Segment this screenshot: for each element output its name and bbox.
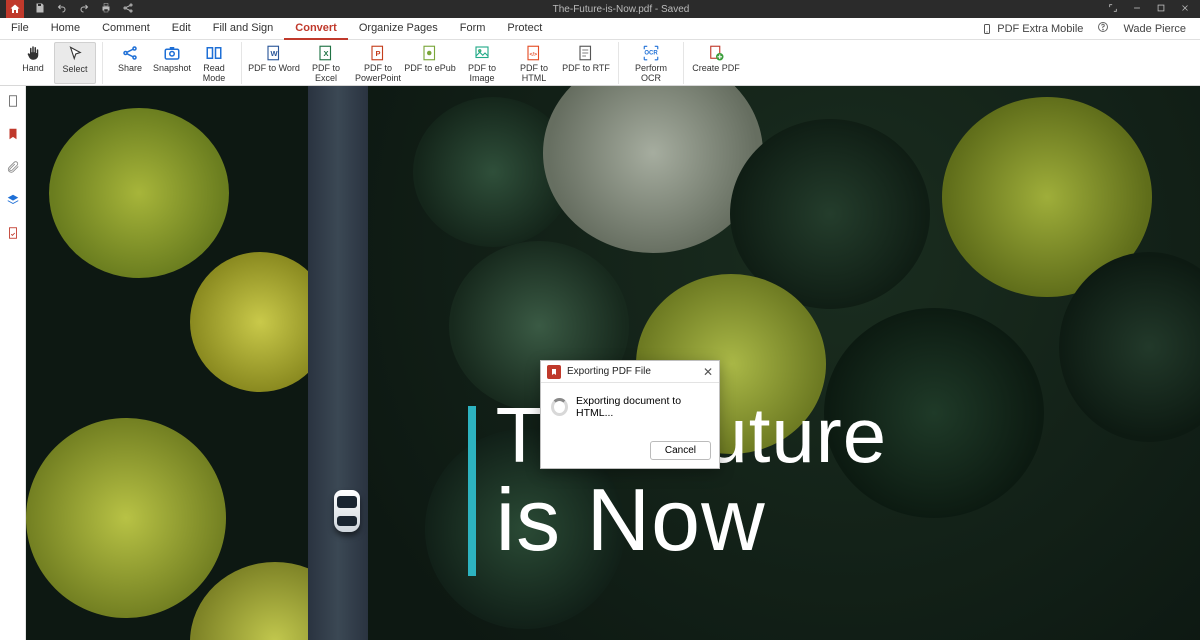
epub-icon [421,44,439,62]
share-button[interactable]: Share [109,42,151,84]
window-title: The-Future-is-Now.pdf - Saved [134,4,1108,15]
camera-icon [163,44,181,62]
tab-organize-pages[interactable]: Organize Pages [348,18,449,40]
mobile-link-label: PDF Extra Mobile [997,23,1083,35]
signatures-panel-icon[interactable] [6,226,20,245]
create-pdf-button[interactable]: Create PDF [690,42,742,84]
tab-form[interactable]: Form [449,18,497,40]
html-icon: </> [525,44,543,62]
document-canvas[interactable]: ‹ › The Future is Now [26,86,1200,640]
excel-icon: X [317,44,335,62]
redo-icon[interactable] [78,2,90,17]
ocr-icon: OCR [642,44,660,62]
pages-panel-icon[interactable] [6,94,20,113]
create-pdf-icon [707,44,725,62]
spinner-icon [551,398,568,416]
ppt-icon: P [369,44,387,62]
attachments-panel-icon[interactable] [6,160,20,179]
minimize-icon[interactable] [1132,3,1142,16]
select-tool[interactable]: Select [54,42,96,84]
tab-convert[interactable]: Convert [284,18,348,40]
snapshot-button[interactable]: Snapshot [151,42,193,84]
tab-home[interactable]: Home [40,18,91,40]
print-icon[interactable] [100,2,112,17]
undo-icon[interactable] [56,2,68,17]
save-icon[interactable] [34,2,46,17]
image-icon [473,44,491,62]
tab-edit[interactable]: Edit [161,18,202,40]
app-home-button[interactable] [6,0,24,18]
pdf-to-rtf-button[interactable]: PDF to RTF [560,42,612,84]
maximize-icon[interactable] [1156,3,1166,16]
pdf-to-epub-button[interactable]: PDF to ePub [404,42,456,84]
car-graphic [334,490,360,532]
bookmarks-panel-icon[interactable] [6,127,20,146]
help-icon[interactable] [1097,21,1109,36]
pdf-to-image-button[interactable]: PDF to Image [456,42,508,84]
share-icon [121,44,139,62]
window-titlebar: The-Future-is-Now.pdf - Saved [0,0,1200,18]
pdf-to-ppt-button[interactable]: P PDF to PowerPoint [352,42,404,84]
share-titlebar-icon[interactable] [122,2,134,17]
svg-text:OCR: OCR [644,51,658,57]
svg-text:P: P [375,49,380,58]
hand-icon [24,44,42,62]
dialog-title: Exporting PDF File [567,366,703,377]
book-icon [205,44,223,62]
svg-text:X: X [323,49,328,58]
user-name[interactable]: Wade Pierce [1123,23,1186,35]
pdf-to-html-button[interactable]: </> PDF to HTML [508,42,560,84]
ribbon: Hand Select Share Snapshot Read Mode W P… [0,40,1200,86]
menu-bar: FileHomeCommentEditFill and SignConvertO… [0,18,1200,40]
dialog-cancel-button[interactable]: Cancel [650,441,711,460]
tab-comment[interactable]: Comment [91,18,161,40]
hand-tool[interactable]: Hand [12,42,54,84]
dialog-message: Exporting document to HTML... [576,395,709,419]
expand-icon[interactable] [1108,3,1118,16]
cursor-icon [66,45,84,63]
pdf-to-excel-button[interactable]: X PDF to Excel [300,42,352,84]
left-sidebar [0,86,26,640]
close-icon[interactable] [1180,3,1190,16]
rtf-icon [577,44,595,62]
read-mode-button[interactable]: Read Mode [193,42,235,84]
pdf-to-word-button[interactable]: W PDF to Word [248,42,300,84]
tab-fill-and-sign[interactable]: Fill and Sign [202,18,285,40]
export-dialog: Exporting PDF File ✕ Exporting document … [540,360,720,469]
tab-protect[interactable]: Protect [496,18,553,40]
layers-panel-icon[interactable] [6,193,20,212]
word-icon: W [265,44,283,62]
app-logo-icon [547,365,561,379]
ocr-button[interactable]: OCR Perform OCR [625,42,677,84]
svg-text:W: W [270,49,278,58]
tab-file[interactable]: File [0,18,40,40]
dialog-close-button[interactable]: ✕ [703,365,713,379]
mobile-link[interactable]: PDF Extra Mobile [981,23,1083,35]
svg-text:</>: </> [529,52,537,58]
